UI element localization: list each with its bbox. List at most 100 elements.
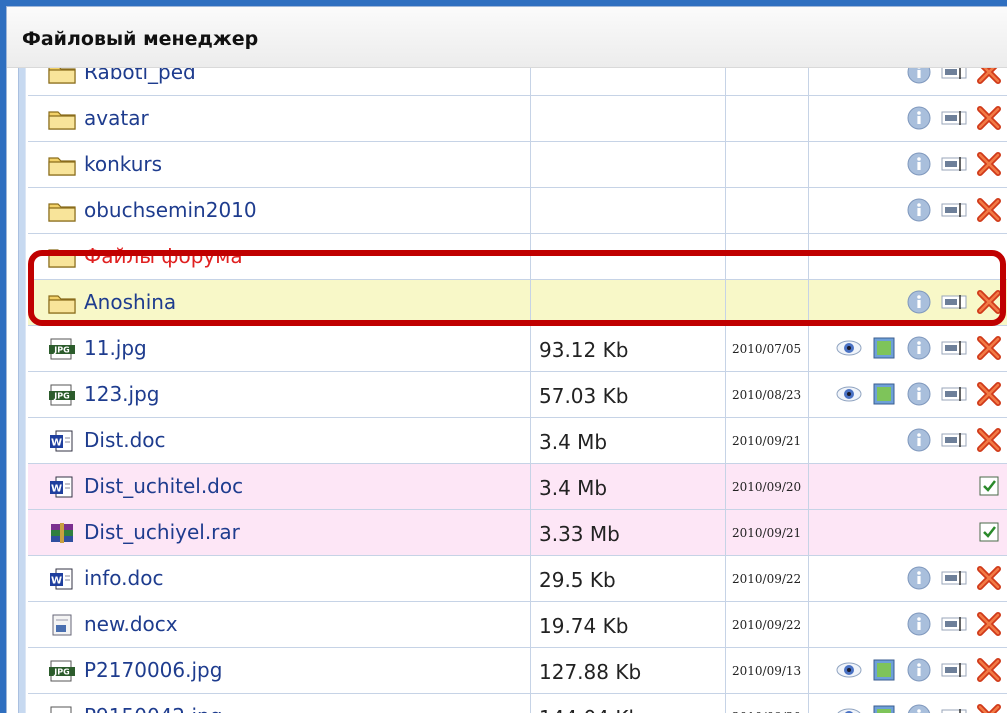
name-cell: Winfo.doc: [28, 556, 531, 601]
rename-icon[interactable]: [941, 657, 967, 683]
folder-file-icon: [48, 246, 76, 268]
checkbox[interactable]: [976, 519, 1002, 545]
info-icon[interactable]: [906, 611, 932, 637]
file-name-link[interactable]: 123.jpg: [84, 382, 159, 406]
file-name-link[interactable]: Файлы форума: [84, 244, 243, 268]
info-icon[interactable]: [906, 381, 932, 407]
file-row[interactable]: obuchsemin2010: [28, 188, 1007, 234]
rename-icon[interactable]: [941, 565, 967, 591]
file-name-link[interactable]: info.doc: [84, 566, 163, 590]
file-name-link[interactable]: P2170006.jpg: [84, 658, 222, 682]
info-icon[interactable]: [906, 427, 932, 453]
svg-text:JPG: JPG: [53, 346, 69, 355]
actions-cell: [809, 694, 1007, 713]
checkbox[interactable]: [976, 473, 1002, 499]
view-icon[interactable]: [836, 335, 862, 361]
delete-icon[interactable]: [976, 197, 1002, 223]
size-cell: 19.74 Kb: [531, 602, 726, 647]
delete-icon[interactable]: [976, 105, 1002, 131]
date-cell: 2010/09/22: [726, 556, 809, 601]
name-cell: Anoshina: [28, 280, 531, 325]
date-cell: 2010/09/20: [726, 694, 809, 713]
actions-cell: [809, 418, 1007, 463]
file-row[interactable]: JPGP9150042.jpg144.04 Kb2010/09/20: [28, 694, 1007, 713]
info-icon[interactable]: [906, 657, 932, 683]
file-row[interactable]: W Dist.doc 3.4 Mb 2010/09/21: [28, 418, 1007, 464]
file-name-link[interactable]: avatar: [84, 106, 149, 130]
jpg-file-icon: JPG: [48, 660, 76, 682]
size-cell: 3.4 Mb: [531, 464, 726, 509]
info-icon[interactable]: [906, 105, 932, 131]
thumbnail-icon[interactable]: [871, 335, 897, 361]
file-name-link[interactable]: Dist_uchiyel.rar: [84, 520, 240, 544]
size-cell: [531, 96, 726, 141]
info-icon[interactable]: [906, 151, 932, 177]
delete-icon[interactable]: [976, 289, 1002, 315]
svg-text:W: W: [51, 438, 62, 449]
file-date: 2010/09/13: [732, 664, 802, 678]
file-row[interactable]: W Dist_uchitel.doc 3.4 Mb 2010/09/20: [28, 464, 1007, 510]
file-row[interactable]: JPG 11.jpg 93.12 Kb 2010/07/05: [28, 326, 1007, 372]
file-row[interactable]: Файлы форума: [28, 234, 1007, 280]
file-row[interactable]: Winfo.doc 29.5 Kb 2010/09/22: [28, 556, 1007, 602]
actions-cell: [809, 234, 1007, 279]
file-row[interactable]: Dist_uchiyel.rar 3.33 Mb 2010/09/21: [28, 510, 1007, 556]
size-cell: 29.5 Kb: [531, 556, 726, 601]
view-icon[interactable]: [836, 381, 862, 407]
name-cell: JPG 11.jpg: [28, 326, 531, 371]
delete-icon[interactable]: [976, 611, 1002, 637]
file-size: 3.4 Mb: [539, 430, 608, 454]
view-icon[interactable]: [836, 657, 862, 683]
rename-icon[interactable]: [941, 427, 967, 453]
folder-file-icon: [48, 108, 76, 130]
file-name-link[interactable]: konkurs: [84, 152, 162, 176]
size-cell: 93.12 Kb: [531, 326, 726, 371]
rename-icon[interactable]: [941, 289, 967, 315]
info-icon[interactable]: [906, 197, 932, 223]
file-size: 19.74 Kb: [539, 614, 629, 638]
file-name-link[interactable]: new.docx: [84, 612, 178, 636]
actions-cell: [809, 510, 1007, 555]
date-cell: 2010/07/05: [726, 326, 809, 371]
file-name-link[interactable]: obuchsemin2010: [84, 198, 257, 222]
thumbnail-icon[interactable]: [871, 381, 897, 407]
info-icon[interactable]: [906, 335, 932, 361]
delete-icon[interactable]: [976, 427, 1002, 453]
delete-icon[interactable]: [976, 565, 1002, 591]
file-row[interactable]: avatar: [28, 96, 1007, 142]
thumbnail-icon[interactable]: [871, 657, 897, 683]
file-row[interactable]: JPG P2170006.jpg 127.88 Kb 2010/09/13: [28, 648, 1007, 694]
svg-text:JPG: JPG: [53, 668, 69, 677]
delete-icon[interactable]: [976, 381, 1002, 407]
jpg-file-icon: JPG: [48, 338, 76, 360]
date-cell: 2010/09/22: [726, 602, 809, 647]
file-row[interactable]: new.docx 19.74 Kb 2010/09/22: [28, 602, 1007, 648]
info-icon[interactable]: [906, 289, 932, 315]
rename-icon[interactable]: [941, 105, 967, 131]
actions-cell: [809, 96, 1007, 141]
file-row[interactable]: konkurs: [28, 142, 1007, 188]
file-date: 2010/09/20: [732, 480, 802, 494]
rename-icon[interactable]: [941, 611, 967, 637]
file-name-link[interactable]: Dist.doc: [84, 428, 166, 452]
rename-icon[interactable]: [941, 335, 967, 361]
file-row[interactable]: Anoshina: [28, 280, 1007, 326]
svg-text:W: W: [51, 576, 62, 587]
file-name-link[interactable]: 11.jpg: [84, 336, 147, 360]
file-size: 3.4 Mb: [539, 476, 608, 500]
info-icon[interactable]: [906, 565, 932, 591]
rename-icon[interactable]: [941, 197, 967, 223]
date-cell: 2010/09/20: [726, 464, 809, 509]
name-cell: W Dist.doc: [28, 418, 531, 463]
delete-icon[interactable]: [976, 335, 1002, 361]
file-name-link[interactable]: Dist_uchitel.doc: [84, 474, 243, 498]
delete-icon[interactable]: [976, 657, 1002, 683]
file-size: 93.12 Kb: [539, 338, 629, 362]
rename-icon[interactable]: [941, 381, 967, 407]
file-name-link[interactable]: Anoshina: [84, 290, 176, 314]
file-date: 2010/08/23: [732, 388, 802, 402]
delete-icon[interactable]: [976, 151, 1002, 177]
rename-icon[interactable]: [941, 151, 967, 177]
file-size: 127.88 Kb: [539, 660, 642, 684]
file-row[interactable]: JPG 123.jpg 57.03 Kb 2010/08/23: [28, 372, 1007, 418]
